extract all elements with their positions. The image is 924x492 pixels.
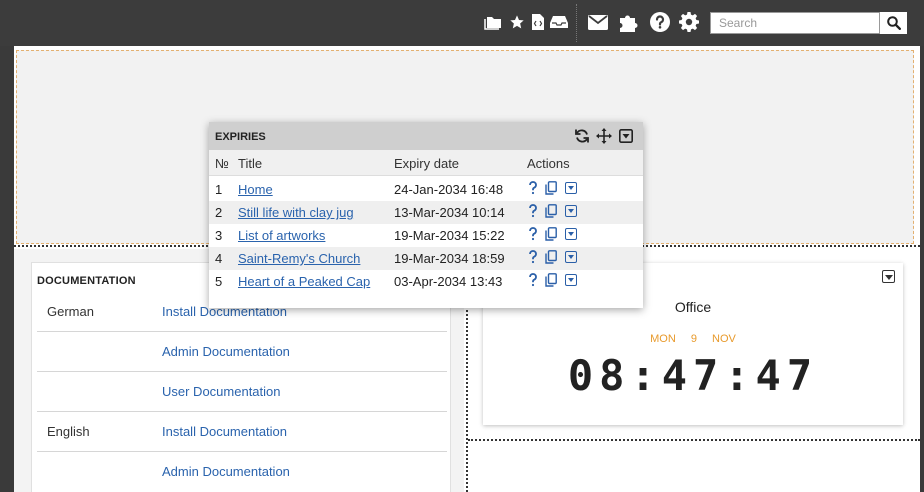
table-row: 5 Heart of a Peaked Cap 03-Apr-2034 13:4…: [209, 270, 643, 293]
row-title-link[interactable]: Saint-Remy's Church: [238, 251, 360, 266]
puzzle-icon[interactable]: [617, 12, 641, 32]
row-expiry-date: 13-Mar-2034 10:14: [394, 205, 505, 220]
code-file-icon[interactable]: [531, 12, 545, 32]
doc-row: User Documentation: [37, 372, 447, 412]
install-doc-link[interactable]: Install Documentation: [162, 424, 287, 439]
documentation-title: DOCUMENTATION: [37, 275, 136, 287]
row-menu-icon[interactable]: [565, 181, 577, 195]
row-title-link[interactable]: List of artworks: [238, 228, 325, 243]
toolbar-separator: [576, 4, 577, 42]
panel-menu-button[interactable]: [617, 127, 635, 145]
row-number: 4: [215, 251, 223, 266]
doc-row: Admin Documentation: [37, 452, 447, 492]
admin-doc-link[interactable]: Admin Documentation: [162, 464, 290, 479]
clock-time: 08:47:47: [567, 351, 819, 400]
column-actions: Actions: [527, 156, 570, 171]
clock-date: MON 9 NOV: [483, 333, 903, 345]
help-icon[interactable]: [527, 227, 539, 241]
expiries-column-header: № Title Expiry date Actions: [209, 150, 643, 176]
search-input[interactable]: [711, 13, 879, 33]
zone-divider-right: [468, 439, 920, 441]
table-row: 2 Still life with clay jug 13-Mar-2034 1…: [209, 201, 643, 224]
top-toolbar: [0, 0, 924, 46]
row-title-link[interactable]: Still life with clay jug: [238, 205, 354, 220]
row-title-link[interactable]: Heart of a Peaked Cap: [238, 274, 370, 289]
search-button[interactable]: [879, 12, 907, 34]
star-icon[interactable]: [508, 12, 526, 32]
table-row: 1 Home 24-Jan-2034 16:48: [209, 178, 643, 201]
row-number: 3: [215, 228, 223, 243]
table-row: 3 List of artworks 19-Mar-2034 15:22: [209, 224, 643, 247]
row-expiry-date: 19-Mar-2034 15:22: [394, 228, 505, 243]
row-number: 1: [215, 182, 223, 197]
move-icon[interactable]: [595, 127, 613, 145]
help-icon[interactable]: [650, 12, 670, 32]
row-number: 2: [215, 205, 223, 220]
copy-icon[interactable]: [545, 273, 557, 287]
row-menu-icon[interactable]: [565, 204, 577, 218]
expiries-title: EXPIRIES: [215, 131, 266, 143]
doc-row: Admin Documentation: [37, 332, 447, 372]
column-title: Title: [238, 156, 263, 171]
column-expiry-date: Expiry date: [394, 156, 460, 171]
copy-icon[interactable]: [545, 204, 557, 218]
gear-icon[interactable]: [679, 12, 699, 32]
row-title-link[interactable]: Home: [238, 182, 273, 197]
clock-day: MON: [650, 333, 676, 345]
column-number: №: [215, 156, 229, 171]
help-icon[interactable]: [527, 181, 539, 195]
row-expiry-date: 19-Mar-2034 18:59: [394, 251, 505, 266]
row-menu-icon[interactable]: [565, 273, 577, 287]
copy-icon[interactable]: [545, 227, 557, 241]
panel-menu-button[interactable]: [882, 270, 895, 283]
doc-row: English Install Documentation: [37, 412, 447, 452]
folders-icon[interactable]: [483, 12, 503, 32]
row-menu-icon[interactable]: [565, 227, 577, 241]
admin-doc-link[interactable]: Admin Documentation: [162, 344, 290, 359]
row-expiry-date: 24-Jan-2034 16:48: [394, 182, 504, 197]
mail-icon[interactable]: [588, 12, 608, 32]
copy-icon[interactable]: [545, 250, 557, 264]
copy-icon[interactable]: [545, 181, 557, 195]
table-row: 4 Saint-Remy's Church 19-Mar-2034 18:59: [209, 247, 643, 270]
user-doc-link[interactable]: User Documentation: [162, 384, 281, 399]
help-icon[interactable]: [527, 250, 539, 264]
doc-language: German: [47, 304, 94, 319]
expiries-header: EXPIRIES: [209, 122, 643, 150]
clock-month: NOV: [712, 333, 736, 345]
row-number: 5: [215, 274, 223, 289]
search-icon: [886, 16, 901, 30]
refresh-icon[interactable]: [573, 127, 591, 145]
row-expiry-date: 03-Apr-2034 13:43: [394, 274, 503, 289]
expiries-panel: EXPIRIES № Title Expiry date Actions 1 H…: [209, 122, 643, 308]
inbox-icon[interactable]: [550, 12, 568, 32]
help-icon[interactable]: [527, 204, 539, 218]
row-menu-icon[interactable]: [565, 250, 577, 264]
doc-language: English: [47, 424, 90, 439]
help-icon[interactable]: [527, 273, 539, 287]
clock-day-number: 9: [690, 333, 697, 345]
search-box: [710, 12, 907, 34]
